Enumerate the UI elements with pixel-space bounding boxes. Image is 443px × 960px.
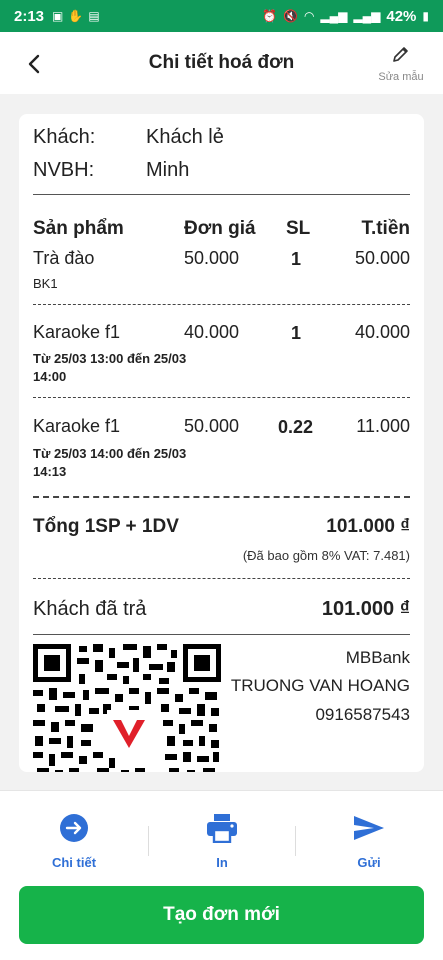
row-2-name: Karaoke f1 [33, 322, 121, 342]
divider [33, 634, 410, 635]
dashed-divider [33, 496, 410, 498]
customer-value: Khách lẻ [146, 126, 224, 148]
invoice-card: Khách: Khách lẻ NVBH: Minh Sản phẩm Đơn … [19, 114, 424, 772]
paid-label: Khách đã trả [33, 598, 147, 620]
row-3-qty: 0.22 [278, 417, 314, 437]
app-header: Chi tiết hoá đơn Sửa mẫu [0, 32, 443, 94]
row-3-amount: 11.000 [356, 416, 410, 436]
bank-account-name: TRUONG VAN HOANG [230, 676, 410, 695]
bottom-bar: Tạo đơn mới [0, 870, 443, 960]
tab-print[interactable]: In [148, 791, 296, 871]
chevron-left-icon [28, 54, 40, 74]
tab-send[interactable]: Gửi [295, 791, 443, 871]
signal-icon-2: ▂▄▆ [353, 9, 381, 23]
col-header-amount: T.tiền [361, 218, 410, 239]
bank-name: MBBank [345, 648, 410, 667]
total-label: Tổng 1SP + 1DV [33, 516, 179, 537]
tab-details-label: Chi tiết [51, 855, 97, 870]
image-icon: ▣ [52, 9, 64, 23]
edit-template-button[interactable]: Sửa mẫu [373, 44, 429, 83]
hand-icon: ✋ [68, 9, 84, 23]
shopping-bag-icon: ▤ [88, 9, 100, 23]
back-button[interactable] [18, 48, 50, 80]
row-3-note: Từ 25/03 14:00 đến 25/03 14:13 [33, 446, 187, 479]
bank-account-number: 0916587543 [315, 705, 410, 724]
row-1-amount: 50.000 [354, 248, 410, 268]
dashed-divider [33, 304, 410, 305]
row-2-qty: 1 [291, 323, 302, 343]
row-2-price: 40.000 [184, 322, 240, 342]
payment-qr-code [33, 644, 221, 772]
col-header-product: Sản phẩm [33, 218, 124, 239]
paid-value: 101.000 ₫ [321, 598, 410, 620]
staff-value: Minh [146, 159, 190, 181]
staff-row: NVBH: Minh [33, 159, 189, 182]
customer-label: Khách: [33, 126, 96, 148]
printer-icon [207, 814, 237, 843]
status-time: 2:13 [14, 7, 45, 25]
status-bar: 2:13 ▣ ✋ ▤ ⏰ 🔇 ◠ ▂▄▆ ▂▄▆ 42% ▮ [0, 0, 443, 32]
row-3-name: Karaoke f1 [33, 416, 121, 436]
mute-icon: 🔇 [282, 9, 298, 23]
qr-code-icon [33, 644, 221, 772]
battery-level: 42% [386, 7, 417, 25]
row-3-price: 50.000 [184, 416, 240, 436]
signal-icon: ▂▄▆ [320, 9, 348, 23]
tab-print-label: In [216, 855, 228, 870]
row-1-name: Trà đào [33, 248, 95, 268]
arrow-circle-right-icon [60, 814, 88, 842]
tab-send-label: Gửi [357, 855, 381, 870]
edit-template-label: Sửa mẫu [378, 71, 424, 83]
col-header-price: Đơn giá [184, 218, 256, 239]
customer-row: Khách: Khách lẻ [33, 126, 224, 149]
row-1-qty: 1 [291, 249, 302, 269]
col-header-qty: SL [286, 218, 311, 239]
notification-icons: ▣ ✋ ▤ [52, 9, 100, 23]
row-1-note: BK1 [33, 276, 58, 291]
row-2-note: Từ 25/03 13:00 đến 25/03 14:00 [33, 351, 187, 384]
total-value: 101.000 ₫ [326, 516, 410, 537]
vat-note: (Đã bao gồm 8% VAT: 7.481) [242, 548, 410, 563]
send-icon [354, 816, 384, 840]
tab-details[interactable]: Chi tiết [0, 791, 148, 871]
create-new-order-button[interactable]: Tạo đơn mới [19, 886, 424, 944]
battery-icon: ▮ [422, 9, 429, 23]
pencil-icon [393, 47, 408, 62]
action-bar: Chi tiết In Gửi [0, 790, 443, 870]
staff-label: NVBH: [33, 159, 95, 181]
dashed-divider [33, 578, 410, 579]
alarm-icon: ⏰ [262, 9, 277, 23]
status-right: ⏰ 🔇 ◠ ▂▄▆ ▂▄▆ 42% ▮ [262, 8, 429, 25]
dashed-divider [33, 397, 410, 398]
wifi-icon: ◠ [303, 9, 315, 23]
row-2-amount: 40.000 [354, 322, 410, 342]
divider [33, 194, 410, 195]
row-1-price: 50.000 [184, 248, 240, 268]
